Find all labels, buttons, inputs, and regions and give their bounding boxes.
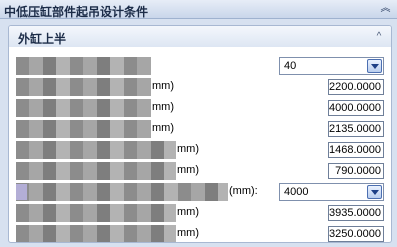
redacted-label <box>16 78 151 96</box>
group-header[interactable]: 外缸上半 ^ <box>9 26 391 47</box>
redacted-label <box>16 204 176 222</box>
group-title: 外缸上半 <box>18 32 67 46</box>
unit-label: (mm): <box>229 185 258 197</box>
parameter-select[interactable]: 4000 <box>279 183 384 201</box>
param-row: mm) 790.0000 <box>9 162 391 180</box>
value-field[interactable]: 790.0000 <box>328 163 384 179</box>
panel-body: 外缸上半 ^ 40 mm) 2200.0000 mm) 4000.0000 mm… <box>0 19 397 247</box>
redacted-label <box>16 57 151 75</box>
collapse-up-icon[interactable]: ︽ <box>379 3 392 15</box>
selection-marker <box>16 184 27 200</box>
unit-label: mm) <box>177 143 199 155</box>
dropdown-arrow-icon[interactable] <box>367 185 382 199</box>
redacted-label <box>16 120 151 138</box>
select-value: 40 <box>284 60 297 72</box>
redacted-label <box>16 141 176 159</box>
parameter-select[interactable]: 40 <box>279 57 384 75</box>
value-field[interactable]: 2200.0000 <box>328 79 384 95</box>
param-row: mm) 2200.0000 <box>9 78 391 96</box>
dropdown-arrow-icon[interactable] <box>367 59 382 73</box>
unit-label: mm) <box>152 80 174 92</box>
param-row: mm) 2135.0000 <box>9 120 391 138</box>
redacted-label <box>16 225 176 242</box>
param-row: (mm): 4000 <box>9 183 391 201</box>
panel-header: 中低压缸部件起吊设计条件 ︽ <box>0 0 397 19</box>
value-field[interactable]: 1468.0000 <box>328 142 384 158</box>
group-box: 外缸上半 ^ 40 mm) 2200.0000 mm) 4000.0000 mm… <box>8 25 392 243</box>
unit-label: mm) <box>152 101 174 113</box>
unit-label: mm) <box>177 227 199 239</box>
param-row: mm) 1468.0000 <box>9 141 391 159</box>
chevron-up-icon[interactable]: ^ <box>373 31 385 42</box>
value-field[interactable]: 4000.0000 <box>328 100 384 116</box>
value-field[interactable]: 2135.0000 <box>328 121 384 137</box>
value-field[interactable]: 3250.0000 <box>328 226 384 242</box>
redacted-label <box>16 99 151 117</box>
param-row: mm) 4000.0000 <box>9 99 391 117</box>
value-field[interactable]: 3935.0000 <box>328 205 384 221</box>
redacted-label <box>16 183 228 201</box>
unit-label: mm) <box>152 122 174 134</box>
param-row: 40 <box>9 57 391 75</box>
redacted-label <box>16 162 176 180</box>
unit-label: mm) <box>177 206 199 218</box>
unit-label: mm) <box>177 164 199 176</box>
param-row: mm) 3250.0000 <box>9 225 391 242</box>
select-value: 4000 <box>284 186 309 198</box>
param-row: mm) 3935.0000 <box>9 204 391 222</box>
panel-title: 中低压缸部件起吊设计条件 <box>4 5 149 19</box>
